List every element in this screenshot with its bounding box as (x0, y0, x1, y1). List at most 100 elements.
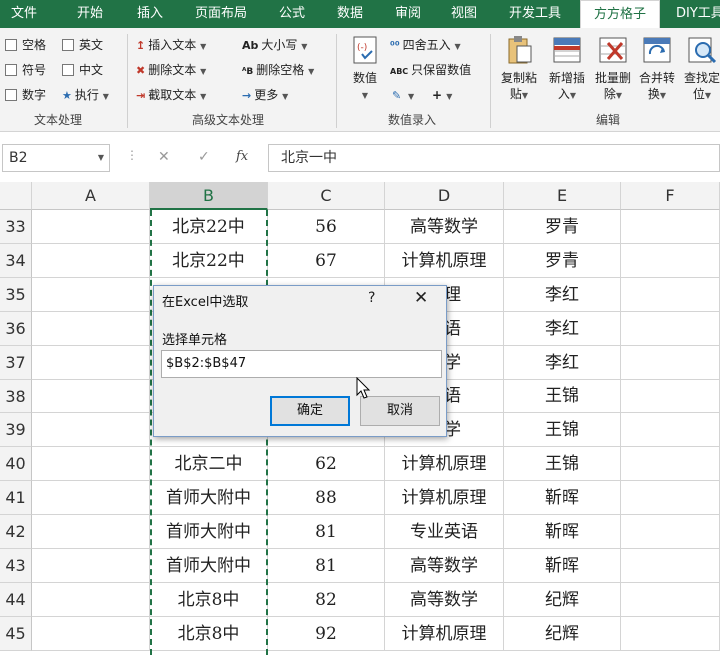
cell-a[interactable] (32, 447, 150, 481)
cell-a[interactable] (32, 210, 150, 244)
cell-f[interactable] (621, 617, 720, 651)
cell-b[interactable]: 北京22中 (150, 210, 268, 244)
cell-f[interactable] (621, 481, 720, 515)
cell-e[interactable]: 王锦 (504, 413, 621, 447)
row-header[interactable]: 34 (0, 244, 32, 278)
plus-button[interactable]: + ▼ (432, 87, 452, 105)
check-space[interactable]: 空格 (5, 37, 46, 53)
cell-e[interactable]: 罗青 (504, 244, 621, 278)
tab-file[interactable]: 文件 (0, 0, 48, 28)
keep-value-button[interactable]: ABC 只保留数值 (390, 62, 471, 80)
execute-button[interactable]: ★ 执行 ▼ (62, 87, 109, 105)
cell-d[interactable]: 专业英语 (385, 515, 504, 549)
row-header[interactable]: 44 (0, 583, 32, 617)
cell-d[interactable]: 计算机原理 (385, 244, 504, 278)
tab-diy-tools[interactable]: DIY工具 (664, 0, 720, 28)
help-icon[interactable]: ? (368, 290, 375, 306)
formula-input[interactable]: 北京一中 (268, 144, 720, 172)
row-header[interactable]: 45 (0, 617, 32, 651)
case-button[interactable]: Ab 大小写 ▼ (242, 37, 307, 55)
batch-delete-button[interactable]: 批量删 除▼ (588, 34, 638, 104)
cell-a[interactable] (32, 413, 150, 447)
cell-e[interactable]: 靳晖 (504, 481, 621, 515)
check-symbol[interactable]: 符号 (5, 62, 46, 78)
cell-e[interactable]: 纪辉 (504, 583, 621, 617)
cell-a[interactable] (32, 583, 150, 617)
find-locate-button[interactable]: 查找定 位▼ (677, 34, 720, 104)
cell-f[interactable] (621, 413, 720, 447)
delete-text-button[interactable]: ✖ 删除文本 ▼ (136, 62, 206, 80)
cell-f[interactable] (621, 549, 720, 583)
cell-f[interactable] (621, 447, 720, 481)
row-header[interactable]: 33 (0, 210, 32, 244)
value-button[interactable]: (-) 数值 ▼ (340, 34, 390, 104)
tab-view[interactable]: 视图 (438, 0, 490, 28)
column-header-c[interactable]: C (268, 182, 385, 210)
cell-e[interactable]: 李红 (504, 278, 621, 312)
cell-a[interactable] (32, 617, 150, 651)
row-header[interactable]: 40 (0, 447, 32, 481)
add-insert-button[interactable]: 新增插 入▼ (542, 34, 592, 104)
column-header-e[interactable]: E (504, 182, 621, 210)
cell-d[interactable]: 计算机原理 (385, 481, 504, 515)
cancel-button[interactable]: 取消 (360, 396, 440, 426)
cell-f[interactable] (621, 278, 720, 312)
row-header[interactable]: 39 (0, 413, 32, 447)
cell-c[interactable]: 92 (268, 617, 385, 651)
cell-a[interactable] (32, 312, 150, 346)
tab-review[interactable]: 审阅 (382, 0, 434, 28)
more-button[interactable]: → 更多 ▼ (242, 87, 288, 105)
row-header[interactable]: 37 (0, 346, 32, 380)
row-header[interactable]: 43 (0, 549, 32, 583)
tab-data[interactable]: 数据 (324, 0, 376, 28)
cell-e[interactable]: 纪辉 (504, 617, 621, 651)
cell-a[interactable] (32, 549, 150, 583)
cell-d[interactable]: 计算机原理 (385, 447, 504, 481)
cell-f[interactable] (621, 583, 720, 617)
select-all-corner[interactable] (0, 182, 32, 210)
cell-b[interactable]: 北京8中 (150, 583, 268, 617)
cell-c[interactable]: 67 (268, 244, 385, 278)
range-input[interactable]: $B$2:$B$47 (161, 350, 442, 378)
cell-a[interactable] (32, 481, 150, 515)
enter-icon[interactable]: ✓ (198, 149, 210, 165)
column-header-a[interactable]: A (32, 182, 150, 210)
cell-c[interactable]: 81 (268, 549, 385, 583)
cancel-icon[interactable]: ✕ (158, 149, 170, 165)
column-header-b[interactable]: B (150, 182, 268, 210)
cell-d[interactable]: 高等数学 (385, 210, 504, 244)
cell-e[interactable]: 靳晖 (504, 549, 621, 583)
cell-c[interactable]: 56 (268, 210, 385, 244)
cell-c[interactable]: 88 (268, 481, 385, 515)
row-header[interactable]: 41 (0, 481, 32, 515)
extract-text-button[interactable]: ⇥ 截取文本 ▼ (136, 87, 206, 105)
cell-d[interactable]: 高等数学 (385, 549, 504, 583)
cell-b[interactable]: 北京二中 (150, 447, 268, 481)
cell-e[interactable]: 王锦 (504, 447, 621, 481)
merge-convert-button[interactable]: 合并转 换▼ (632, 34, 682, 104)
tab-developer[interactable]: 开发工具 (496, 0, 574, 28)
close-icon[interactable]: ✕ (414, 288, 428, 308)
cell-c[interactable]: 81 (268, 515, 385, 549)
cell-a[interactable] (32, 346, 150, 380)
cell-e[interactable]: 李红 (504, 346, 621, 380)
tab-fangfang-gezi[interactable]: 方方格子 (580, 0, 660, 28)
cell-c[interactable]: 82 (268, 583, 385, 617)
cell-d[interactable]: 高等数学 (385, 583, 504, 617)
cell-c[interactable]: 62 (268, 447, 385, 481)
insert-text-button[interactable]: ↥ 插入文本 ▼ (136, 37, 206, 55)
chevron-down-icon[interactable]: ▼ (98, 145, 104, 171)
column-header-f[interactable]: F (621, 182, 720, 210)
check-number[interactable]: 数字 (5, 87, 46, 103)
tab-page-layout[interactable]: 页面布局 (186, 0, 256, 28)
row-header[interactable]: 35 (0, 278, 32, 312)
cell-f[interactable] (621, 244, 720, 278)
name-box[interactable]: B2 ▼ (2, 144, 110, 172)
tab-insert[interactable]: 插入 (124, 0, 176, 28)
insert-function-icon[interactable]: fx (236, 149, 248, 164)
cell-f[interactable] (621, 380, 720, 413)
cell-f[interactable] (621, 312, 720, 346)
cell-b[interactable]: 首师大附中 (150, 549, 268, 583)
cell-b[interactable]: 北京22中 (150, 244, 268, 278)
round-button[interactable]: ⁰⁰ 四舍五入 ▼ (390, 37, 461, 55)
